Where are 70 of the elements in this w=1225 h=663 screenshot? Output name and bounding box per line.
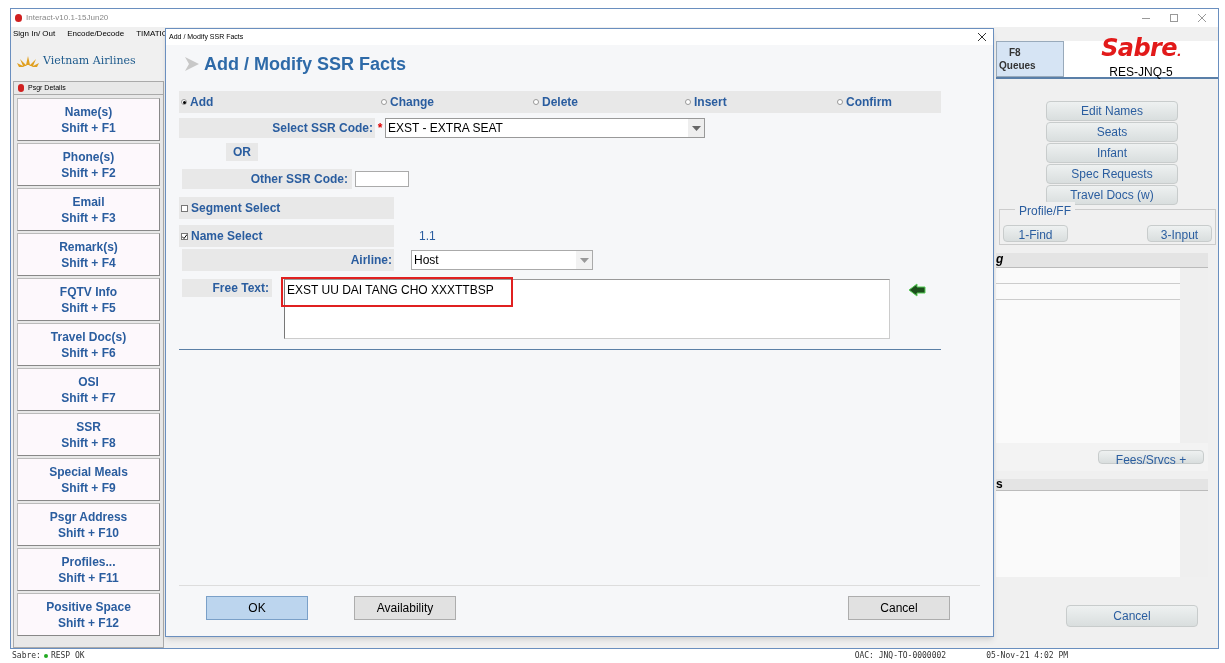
free-text-area[interactable]: EXST UU DAI TANG CHO XXXTTBSP (284, 279, 890, 339)
app-icon (15, 14, 22, 22)
check-icon (182, 233, 187, 239)
dropdown-arrow-icon (691, 125, 701, 131)
button[interactable]: 1-Find (1003, 225, 1068, 242)
button[interactable]: Infant (1046, 143, 1178, 163)
airline-dropdown[interactable]: Host (411, 250, 593, 270)
sidebar-button[interactable]: SSR Shift + F8 (17, 413, 160, 456)
radio-option[interactable]: Change (331, 93, 483, 111)
chevron-icon (184, 56, 200, 72)
window-title: Interact-v10.1-15Jun20 (26, 12, 109, 24)
button[interactable]: Travel Docs (w) (1046, 185, 1178, 205)
dialog-heading: Add / Modify SSR Facts (204, 52, 407, 76)
airline-logo: Vietnam Airlines (43, 52, 136, 69)
sidebar-button[interactable]: Positive Space Shift + F12 (17, 593, 160, 636)
passenger-number: 1.1 (419, 228, 436, 245)
button[interactable]: Spec Requests (1046, 164, 1178, 184)
maximize-icon[interactable] (1170, 14, 1178, 22)
menu-item[interactable]: Encode/Decode (67, 28, 125, 40)
dropdown-arrow-icon (579, 257, 589, 263)
menu-item[interactable]: TIMATIC (136, 28, 168, 40)
field-label: Free Text: (182, 279, 272, 297)
radio-option[interactable]: Add (179, 93, 331, 111)
radio-option[interactable]: Confirm (787, 93, 939, 111)
dialog-button[interactable]: Cancel (848, 596, 950, 620)
dialog-button[interactable]: OK (206, 596, 308, 620)
dialog-button[interactable]: Availability (354, 596, 456, 620)
sidebar-button[interactable]: FQTV Info Shift + F5 (17, 278, 160, 321)
sidebar-button[interactable]: Phone(s) Shift + F2 (17, 143, 160, 186)
button[interactable]: Seats (1046, 122, 1178, 142)
button[interactable]: Edit Names (1046, 101, 1178, 121)
close-icon[interactable] (978, 33, 986, 41)
field-label: Select SSR Code: (179, 118, 375, 138)
sidebar-button[interactable]: Travel Doc(s) Shift + F6 (17, 323, 160, 366)
button[interactable]: 3-Input (1147, 225, 1212, 242)
sidebar-button[interactable]: OSI Shift + F7 (17, 368, 160, 411)
name-select-checkbox[interactable]: Name Select (179, 225, 394, 247)
panel-icon (18, 84, 24, 92)
arrow-left-icon[interactable] (908, 283, 926, 297)
or-label: OR (226, 143, 258, 161)
office-id: OAC: JNQ-TO-0000002 (854, 650, 947, 662)
date-time: 05-Nov-21 4:02 PM (986, 650, 1069, 662)
sidebar-button[interactable]: Psgr Address Shift + F10 (17, 503, 160, 546)
sidebar-button[interactable]: Email Shift + F3 (17, 188, 160, 231)
menu-item[interactable]: Sign In/ Out (13, 28, 56, 40)
section-header: g (996, 253, 1208, 268)
sidebar-button[interactable]: Special Meals Shift + F9 (17, 458, 160, 501)
field-label: Airline: (182, 249, 394, 271)
sidebar-button[interactable]: Name(s) Shift + F1 (17, 98, 160, 141)
sabre-logo: Sabre. (1101, 37, 1181, 63)
minimize-icon[interactable] (1142, 17, 1150, 19)
queues-button[interactable]: F8 Queues (996, 41, 1064, 77)
status-label: Sabre: (12, 650, 41, 662)
segment-select-checkbox[interactable]: Segment Select (179, 197, 394, 219)
station-id: RES-JNQ-5 (1109, 64, 1173, 81)
button[interactable]: Fees/Srvcs + (1098, 450, 1204, 464)
scrollbar[interactable] (1180, 268, 1208, 443)
radio-option[interactable]: Insert (635, 93, 787, 111)
other-ssr-code-field[interactable] (355, 171, 409, 187)
required-mark: * (376, 120, 384, 137)
field-label: Other SSR Code: (182, 169, 352, 189)
radio-option[interactable]: Delete (483, 93, 635, 111)
button[interactable]: Cancel (1066, 605, 1198, 627)
free-text-value: EXST UU DAI TANG CHO XXXTTBSP (281, 277, 513, 307)
status-text: RESP OK (50, 650, 85, 662)
sidebar-button[interactable]: Remark(s) Shift + F4 (17, 233, 160, 276)
lotus-logo-icon (17, 55, 39, 67)
ssr-code-dropdown[interactable]: EXST - EXTRA SEAT (385, 118, 705, 138)
sidebar-button[interactable]: Profiles... Shift + F11 (17, 548, 160, 591)
section-header: s (996, 479, 1208, 491)
